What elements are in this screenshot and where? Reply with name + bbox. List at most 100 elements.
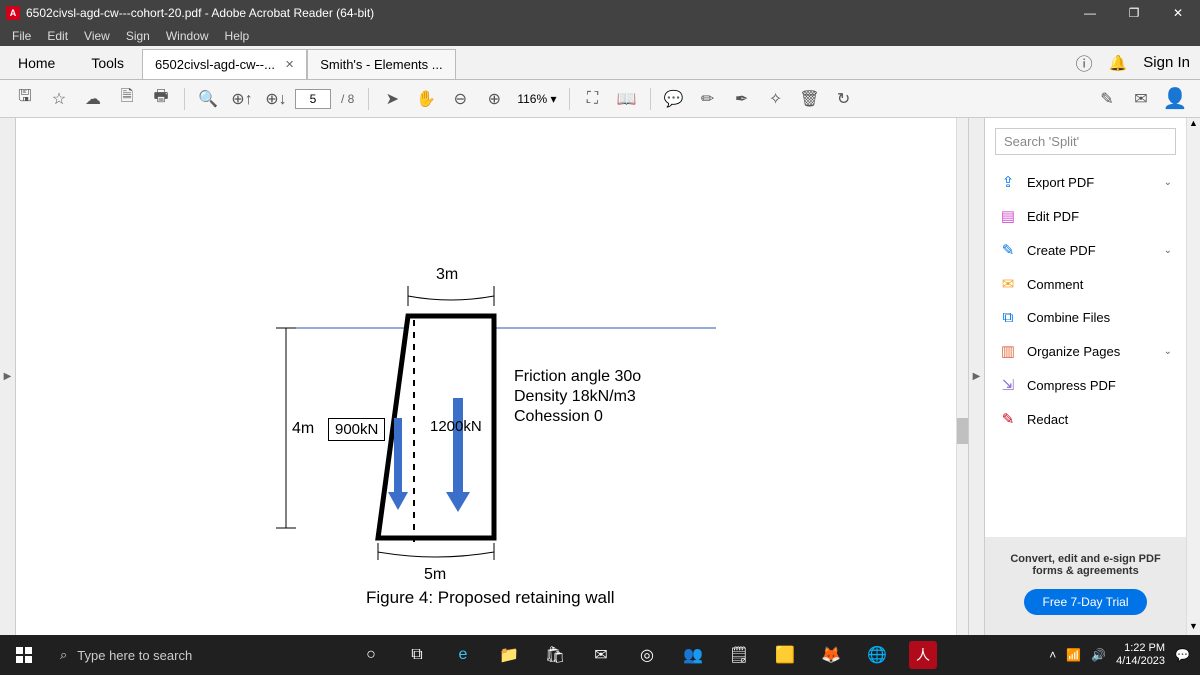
- files-icon[interactable]: 🗎: [112, 84, 142, 114]
- mail-icon[interactable]: ✉: [1126, 84, 1156, 114]
- search-icon[interactable]: 🔍: [193, 84, 223, 114]
- signature-icon[interactable]: ✎: [1092, 84, 1122, 114]
- page-up-icon[interactable]: ⊕↑: [227, 84, 257, 114]
- prop-density: Density 18kN/m3: [514, 388, 636, 406]
- force-right: 1200kN: [430, 418, 482, 435]
- maximize-button[interactable]: ❐: [1112, 0, 1156, 26]
- tool-label: Create PDF: [1027, 243, 1096, 258]
- firefox-icon[interactable]: 🦊: [808, 635, 854, 675]
- chevron-down-icon: ⌄: [1164, 245, 1172, 256]
- tool-create-pdf[interactable]: ✎Create PDF⌄: [985, 233, 1186, 267]
- tool-label: Organize Pages: [1027, 344, 1120, 359]
- chrome-icon[interactable]: 🌐: [854, 635, 900, 675]
- tool-edit-pdf[interactable]: ▤Edit PDF: [985, 199, 1186, 233]
- page-down-icon[interactable]: ⊕↓: [261, 84, 291, 114]
- teams-icon[interactable]: 👥: [670, 635, 716, 675]
- tab-document-1[interactable]: 6502civsl-agd-cw--... ✕: [142, 49, 307, 79]
- dim-top: 3m: [436, 266, 458, 284]
- taskview-icon[interactable]: ⧉: [394, 635, 440, 675]
- taskbar-search[interactable]: ⌕ Type here to search: [48, 647, 348, 663]
- menu-window[interactable]: Window: [158, 29, 217, 43]
- menu-sign[interactable]: Sign: [118, 29, 158, 43]
- tabbar: Home Tools 6502civsl-agd-cw--... ✕ Smith…: [0, 46, 1200, 80]
- toolbar: 🖫 ☆ ☁ 🗎 🖶 🔍 ⊕↑ ⊕↓ / 8 ➤ ✋ ⊖ ⊕ 116% ▾ ⛶ 📖…: [0, 80, 1200, 118]
- tab-home[interactable]: Home: [0, 46, 73, 79]
- explorer-icon[interactable]: 📁: [486, 635, 532, 675]
- acrobat-icon: A: [6, 6, 20, 20]
- delete-icon[interactable]: 🗑: [795, 84, 825, 114]
- tab-document-2[interactable]: Smith's - Elements ...: [307, 49, 455, 79]
- tool-icon: ▥: [999, 342, 1017, 360]
- tool-label: Edit PDF: [1027, 209, 1079, 224]
- cortana-icon[interactable]: ○: [348, 635, 394, 675]
- edge-icon[interactable]: e: [440, 635, 486, 675]
- minimize-button[interactable]: —: [1068, 0, 1112, 26]
- tool-compress-pdf[interactable]: ⇲Compress PDF: [985, 368, 1186, 402]
- sign-icon[interactable]: ✒: [727, 84, 757, 114]
- tab-tools[interactable]: Tools: [73, 46, 142, 79]
- right-panel-scrollbar[interactable]: ▲ ▼: [1186, 118, 1200, 635]
- save-icon[interactable]: 🖫: [10, 84, 40, 114]
- tool-label: Export PDF: [1027, 175, 1094, 190]
- right-tools-panel: Search 'Split' ⇪Export PDF⌄▤Edit PDF✎Cre…: [984, 118, 1186, 635]
- cloud-up-icon[interactable]: ☁: [78, 84, 108, 114]
- menu-edit[interactable]: Edit: [39, 29, 76, 43]
- share-icon[interactable]: 👤: [1160, 84, 1190, 114]
- tab-document-1-label: 6502civsl-agd-cw--...: [155, 57, 275, 72]
- left-panel-expand[interactable]: ▶: [0, 118, 16, 635]
- tools-search-input[interactable]: Search 'Split': [995, 128, 1176, 155]
- volume-icon[interactable]: 🔊: [1091, 648, 1106, 662]
- highlight-icon[interactable]: ✏: [693, 84, 723, 114]
- chevron-down-icon: ⌄: [1164, 177, 1172, 188]
- sign-in-button[interactable]: Sign In: [1143, 54, 1190, 71]
- right-panel-collapse[interactable]: ▶: [968, 118, 984, 635]
- star-icon[interactable]: ☆: [44, 84, 74, 114]
- notifications-icon[interactable]: 💬: [1175, 648, 1190, 662]
- start-button[interactable]: [0, 647, 48, 663]
- tool-comment[interactable]: ✉Comment: [985, 267, 1186, 301]
- chevron-down-icon: ⌄: [1164, 346, 1172, 357]
- close-button[interactable]: ✕: [1156, 0, 1200, 26]
- clock[interactable]: 1:22 PM 4/14/2023: [1116, 642, 1165, 668]
- system-tray[interactable]: ˄ 📶 🔊 1:22 PM 4/14/2023 💬: [1039, 642, 1200, 668]
- tool-export-pdf[interactable]: ⇪ Export PDF ⌄: [985, 165, 1186, 199]
- wifi-icon[interactable]: 📶: [1066, 648, 1081, 662]
- print-icon[interactable]: 🖶: [146, 84, 176, 114]
- fit-width-icon[interactable]: ⛶: [578, 84, 608, 114]
- mail-app-icon[interactable]: ✉: [578, 635, 624, 675]
- pdf-scrollbar[interactable]: [956, 118, 968, 635]
- store-icon[interactable]: 🛍: [532, 635, 578, 675]
- menu-view[interactable]: View: [76, 29, 118, 43]
- pdf-viewport[interactable]: 3m 4m 900kN 1200kN Friction angle 30o De…: [16, 118, 968, 635]
- page-count: / 8: [341, 92, 354, 106]
- acrobat-task-icon[interactable]: 人: [909, 641, 937, 669]
- page-number-input[interactable]: [295, 89, 331, 109]
- help-icon[interactable]: ⓘ: [1076, 50, 1093, 75]
- zoom-level[interactable]: 116% ▾: [517, 92, 556, 106]
- tool-redact[interactable]: ✎Redact: [985, 402, 1186, 436]
- tray-chevron-icon[interactable]: ˄: [1049, 648, 1056, 662]
- bell-icon[interactable]: 🔔: [1109, 54, 1128, 72]
- comment-icon[interactable]: 💬: [659, 84, 689, 114]
- menu-file[interactable]: File: [4, 29, 39, 43]
- free-trial-button[interactable]: Free 7-Day Trial: [1024, 589, 1146, 615]
- promo-box: Convert, edit and e-sign PDF forms & agr…: [985, 537, 1186, 635]
- window-title: 6502civsl-agd-cw---cohort-20.pdf - Adobe…: [26, 6, 1068, 20]
- figure-retaining-wall: 3m 4m 900kN 1200kN Friction angle 30o De…: [246, 248, 726, 613]
- zoom-out-icon[interactable]: ⊖: [445, 84, 475, 114]
- read-mode-icon[interactable]: 📖: [612, 84, 642, 114]
- menubar: File Edit View Sign Window Help: [0, 26, 1200, 46]
- notepadpp-icon[interactable]: 🗒: [716, 635, 762, 675]
- tool-icon: ⇪: [999, 173, 1017, 191]
- tab-close-icon[interactable]: ✕: [285, 58, 294, 71]
- hand-icon[interactable]: ✋: [411, 84, 441, 114]
- menu-help[interactable]: Help: [217, 29, 258, 43]
- zoom-in-icon[interactable]: ⊕: [479, 84, 509, 114]
- obs-icon[interactable]: ◎: [624, 635, 670, 675]
- pointer-icon[interactable]: ➤: [377, 84, 407, 114]
- tool-combine-files[interactable]: ⧉Combine Files: [985, 301, 1186, 334]
- rotate-icon[interactable]: ↻: [829, 84, 859, 114]
- stamp-icon[interactable]: ✧: [761, 84, 791, 114]
- tool-organize-pages[interactable]: ▥ Organize Pages ⌄: [985, 334, 1186, 368]
- app-icon[interactable]: 🟨: [762, 635, 808, 675]
